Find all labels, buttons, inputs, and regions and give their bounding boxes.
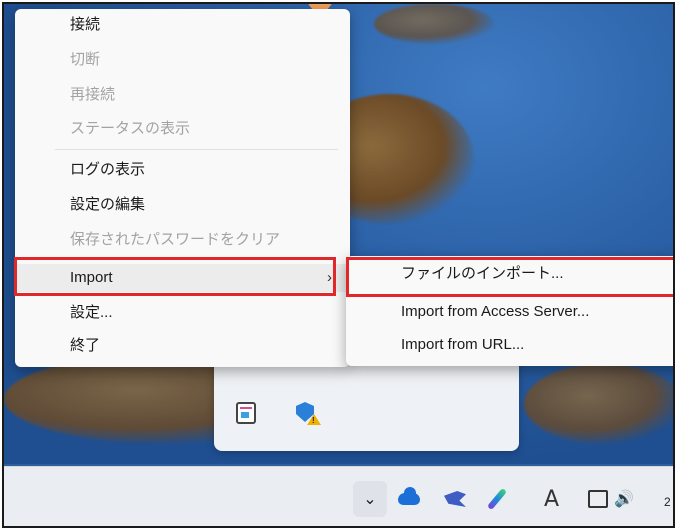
- import-submenu: ファイルのインポート... Import from Access Server.…: [346, 256, 673, 366]
- menu-item-edit-settings[interactable]: 設定の編集: [15, 191, 350, 219]
- menu-item-label: 接続: [70, 16, 101, 33]
- submenu-item-import-access-server[interactable]: Import from Access Server...: [346, 298, 673, 326]
- menu-item-label: ログの表示: [70, 161, 146, 178]
- menu-item-label: Import from URL...: [401, 336, 525, 353]
- submenu-item-import-file[interactable]: ファイルのインポート...: [346, 260, 673, 288]
- speaker-icon: 🔊: [614, 491, 634, 508]
- menu-item-show-log[interactable]: ログの表示: [15, 156, 350, 184]
- menu-item-settings[interactable]: 設定...: [15, 299, 350, 327]
- menu-item-reconnect: 再接続: [15, 81, 350, 109]
- wallpaper-rock: [374, 4, 494, 44]
- menu-item-label: 切断: [70, 51, 101, 68]
- submenu-item-import-url[interactable]: Import from URL...: [346, 331, 673, 359]
- menu-item-label: Import from Access Server...: [401, 303, 590, 320]
- menu-item-label: ステータスの表示: [70, 120, 191, 137]
- menu-item-import[interactable]: Import ›: [15, 264, 350, 292]
- menu-item-label: 設定...: [70, 304, 113, 321]
- network-icon[interactable]: [587, 487, 609, 511]
- screenshot-frame: ! 接続 切断 再接続 ステータスの表示 ログの表示 設定の編集 保存されたパス…: [2, 2, 675, 528]
- menu-item-disconnect: 切断: [15, 46, 350, 74]
- menu-item-show-status: ステータスの表示: [15, 115, 350, 143]
- volume-icon[interactable]: 🔊: [614, 487, 634, 511]
- ime-label: A: [544, 486, 560, 512]
- menu-item-exit[interactable]: 終了: [15, 332, 350, 360]
- menu-item-label: 保存されたパスワードをクリア: [70, 231, 281, 248]
- clock-partial[interactable]: 2: [664, 495, 671, 509]
- menu-item-clear-saved-password: 保存されたパスワードをクリア: [15, 226, 350, 254]
- ime-indicator[interactable]: A: [544, 486, 560, 512]
- menu-item-label: 終了: [70, 337, 101, 354]
- menu-item-label: ファイルのインポート...: [401, 265, 564, 282]
- chevron-right-icon: ›: [327, 269, 332, 286]
- onedrive-cloud-icon[interactable]: [397, 487, 421, 511]
- tray-context-menu: 接続 切断 再接続 ステータスの表示 ログの表示 設定の編集 保存されたパスワー…: [15, 9, 350, 367]
- wallpaper-rock: [524, 364, 673, 444]
- taskbar: ⌄ A 🔊 2: [4, 466, 673, 526]
- menu-item-connect[interactable]: 接続: [15, 11, 350, 39]
- show-hidden-icons-button[interactable]: ⌄: [353, 481, 387, 517]
- notepad-tray-icon[interactable]: [236, 402, 256, 424]
- menu-separator: [55, 149, 338, 150]
- bird-app-icon[interactable]: [442, 487, 468, 511]
- menu-item-label: 設定の編集: [70, 196, 146, 213]
- menu-item-label: Import: [70, 269, 113, 286]
- chevron-down-icon: ⌄: [363, 491, 377, 508]
- menu-item-label: 再接続: [70, 86, 116, 103]
- pen-app-icon[interactable]: [484, 487, 510, 511]
- warning-exclamation-icon: !: [312, 416, 315, 425]
